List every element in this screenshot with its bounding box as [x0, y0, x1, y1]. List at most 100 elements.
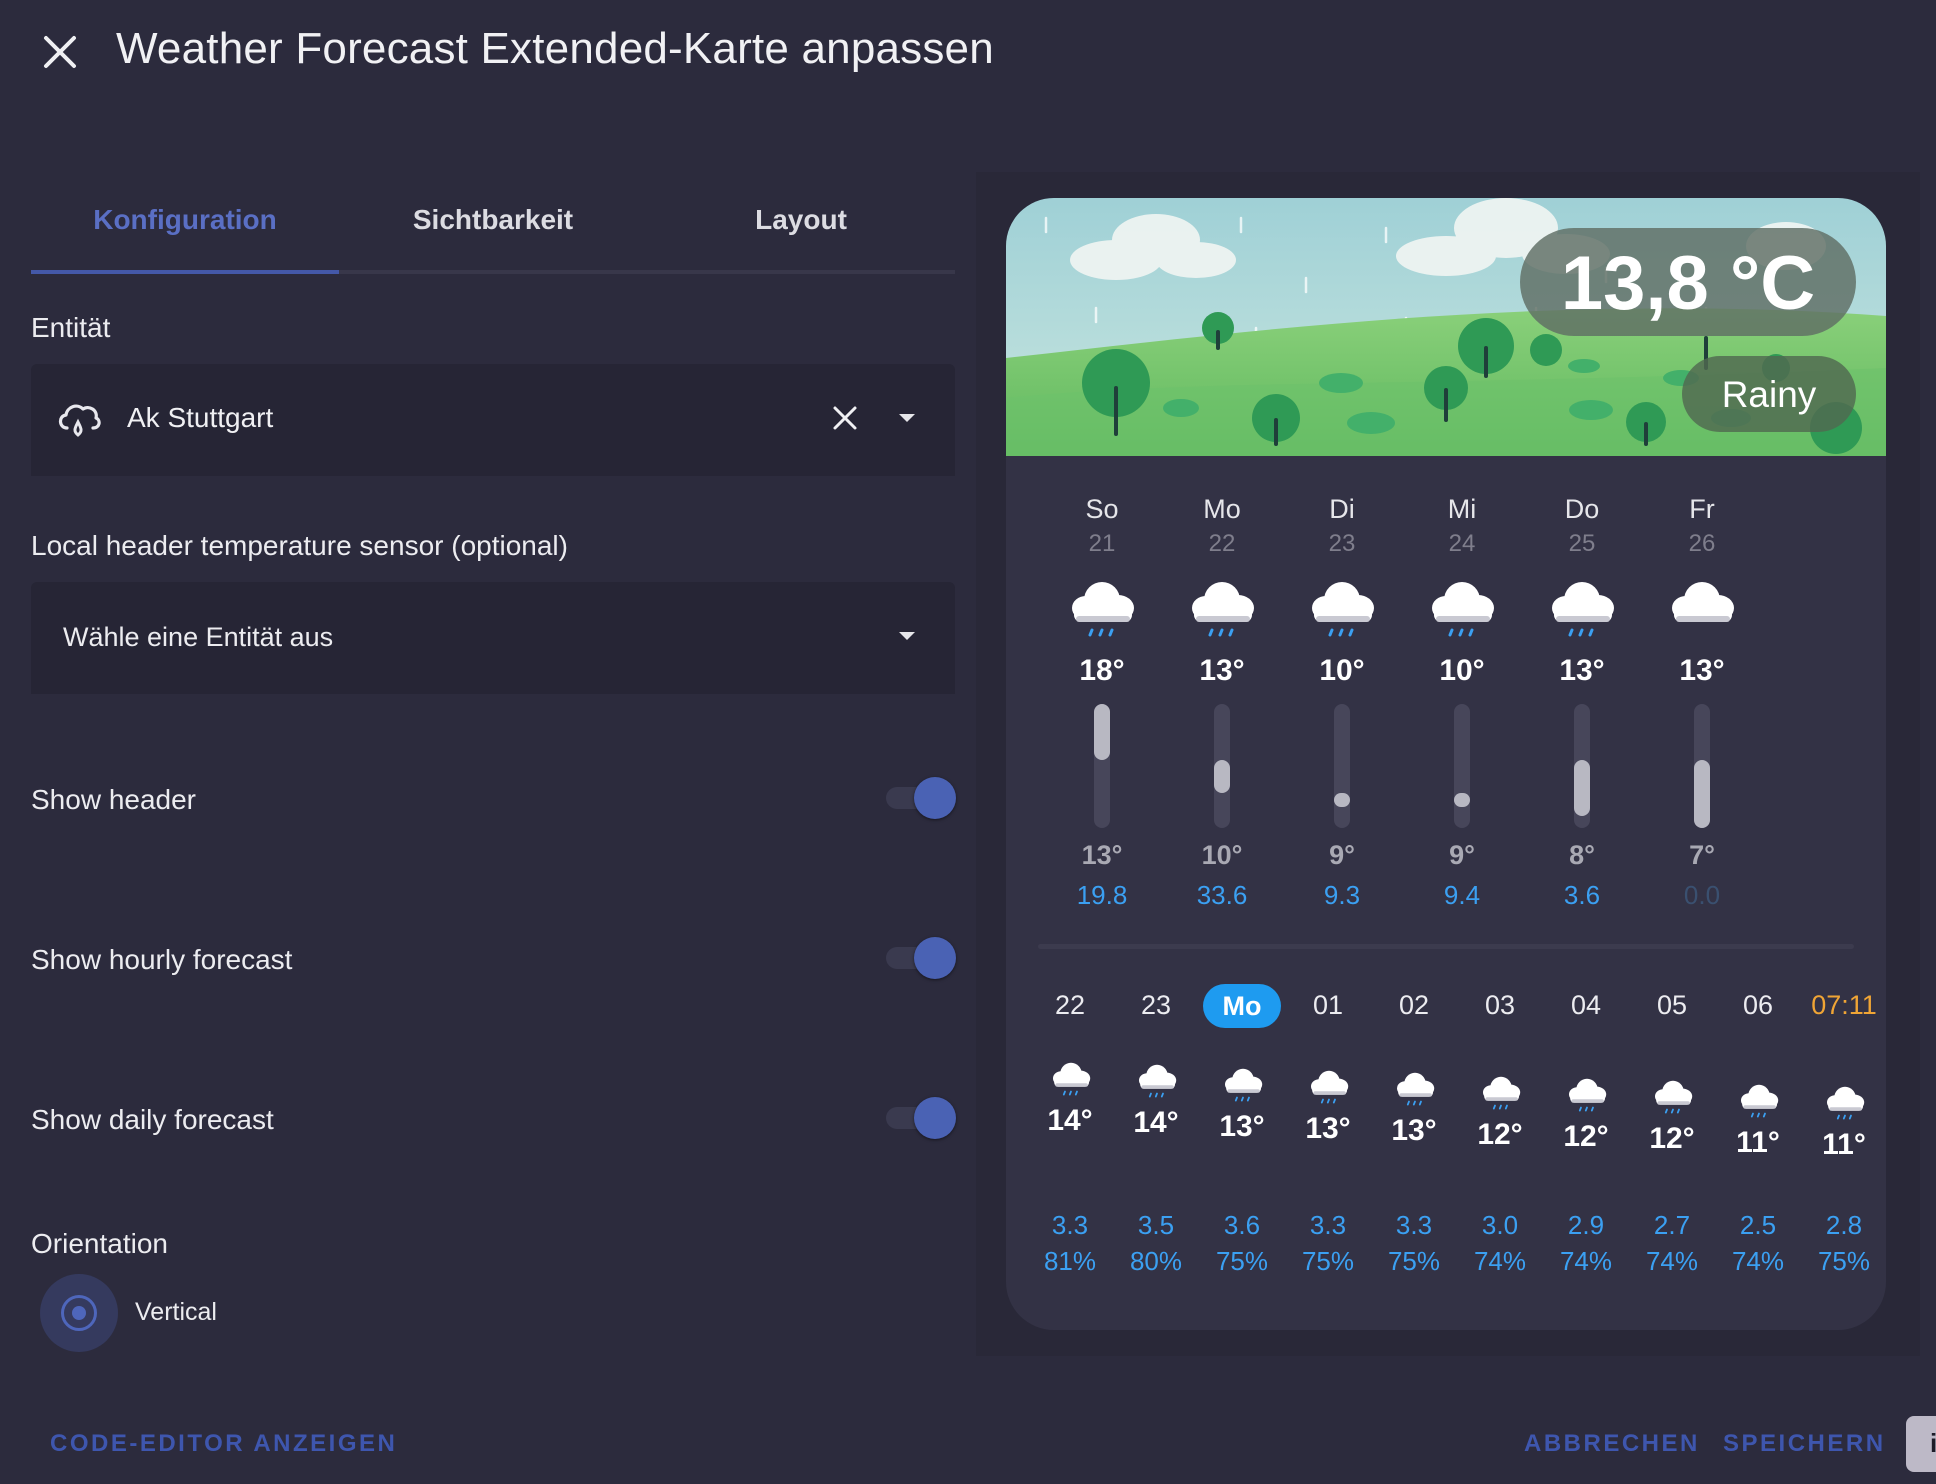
hour-precipitation: 3.3 [1395, 1210, 1433, 1240]
show-hourly-label: Show hourly forecast [31, 944, 293, 975]
hourly-forecast-hour: 22 14° 3.3 81% [1027, 988, 1113, 1288]
hour-temperature: 11° [1736, 1126, 1780, 1159]
hour-temperature: 12° [1563, 1120, 1609, 1153]
hour-label: 23 [1140, 990, 1172, 1020]
rainy-cloud-icon [1221, 1064, 1265, 1106]
tab-sichtbarkeit[interactable]: Sichtbarkeit [339, 180, 647, 270]
hour-temperature: 13° [1305, 1112, 1351, 1145]
hourly-forecast-hour: 23 14° 3.5 80% [1113, 988, 1199, 1288]
entity-label: Entität [31, 312, 111, 343]
tab-layout[interactable]: Layout [647, 180, 955, 270]
rainy-cloud-icon [1306, 574, 1378, 644]
hour-label: 01 [1312, 990, 1344, 1020]
temperature-range-bar [1574, 704, 1590, 828]
hour-precipitation: 3.3 [1051, 1210, 1089, 1240]
entity-picker[interactable]: Ak Stuttgart [31, 364, 955, 476]
weather-card: 13,8 °C Rainy So 21 18° 13° 19.8 Mo 22 13° 10° 33… [1006, 198, 1886, 1330]
show-header-label: Show header [31, 784, 197, 815]
save-button[interactable]: SPEICHERN [1723, 1430, 1886, 1458]
hour-precipitation: 2.9 [1567, 1210, 1605, 1240]
temperature-range-fill [1574, 760, 1590, 816]
hourly-forecast-hour: 02 13° 3.3 75% [1371, 988, 1457, 1288]
hour-temperature: 13° [1391, 1114, 1437, 1147]
hour-label: 06 [1742, 990, 1774, 1020]
hour-humidity: 74% [1473, 1246, 1527, 1276]
code-editor-button[interactable]: CODE-EDITOR ANZEIGEN [50, 1430, 397, 1458]
entity-value: Ak Stuttgart [127, 402, 274, 433]
day-high-temp: 13° [1679, 654, 1725, 687]
sensor-placeholder: Wähle eine Entität aus [63, 622, 334, 652]
temperature-pill: 13,8 °C [1520, 228, 1856, 336]
hour-precipitation: 3.6 [1223, 1210, 1261, 1240]
card-preview: 13,8 °C Rainy So 21 18° 13° 19.8 Mo 22 13° 10° 33… [976, 172, 1920, 1356]
hour-humidity: 74% [1559, 1246, 1613, 1276]
hour-humidity: 74% [1645, 1246, 1699, 1276]
daily-forecast-day: Fr 26 13° 7° 0.0 [1628, 494, 1776, 914]
section-divider [1038, 944, 1854, 949]
hour-humidity: 75% [1301, 1246, 1355, 1276]
dialog-header: Weather Forecast Extended-Karte anpassen [0, 0, 1936, 110]
temperature-range-bar [1094, 704, 1110, 828]
close-icon[interactable] [38, 30, 82, 74]
toggle-knob [914, 937, 956, 979]
temperature-range-fill [1094, 704, 1110, 760]
temperature-range-fill [1334, 793, 1350, 807]
rainy-cloud-icon [1135, 1060, 1179, 1102]
condition-pill: Rainy [1682, 356, 1856, 432]
hour-precipitation: 3.5 [1137, 1210, 1175, 1240]
hour-humidity: 75% [1387, 1246, 1441, 1276]
chevron-down-icon[interactable] [899, 632, 915, 640]
rainy-cloud-icon [1049, 1058, 1093, 1100]
hourly-forecast-hour: 04 12° 2.9 74% [1543, 988, 1629, 1288]
orientation-value: Vertical [135, 1298, 217, 1326]
temperature-range-bar [1694, 704, 1710, 828]
hour-label: 07:11 [1811, 990, 1877, 1020]
hourly-forecast-hour: 06 11° 2.5 74% [1715, 988, 1801, 1288]
weather-rainy-icon [58, 404, 101, 437]
rainy-cloud-icon [1066, 574, 1138, 644]
show-hourly-toggle[interactable] [880, 935, 956, 979]
hour-temperature: 12° [1649, 1122, 1695, 1155]
toggle-knob [914, 777, 956, 819]
hour-label: Mo [1203, 984, 1281, 1028]
info-chip-label: i [1930, 1428, 1936, 1458]
chevron-down-icon[interactable] [899, 414, 915, 422]
temperature-range-fill [1214, 760, 1230, 793]
day-low-temp: 7° [1689, 840, 1715, 870]
hour-humidity: 74% [1731, 1246, 1785, 1276]
hour-humidity: 75% [1215, 1246, 1269, 1276]
hour-precipitation: 3.0 [1481, 1210, 1519, 1240]
info-chip[interactable]: i [1906, 1416, 1936, 1472]
hour-temperature: 14° [1133, 1106, 1179, 1139]
rainy-cloud-icon [1565, 1074, 1609, 1116]
dialog-title: Weather Forecast Extended-Karte anpassen [116, 24, 994, 73]
hour-precipitation: 2.8 [1825, 1210, 1863, 1240]
cloudy-icon [1666, 574, 1738, 644]
day-date: 26 [1688, 530, 1716, 557]
rainy-cloud-icon [1307, 1066, 1351, 1108]
show-header-toggle[interactable] [880, 775, 956, 819]
hour-temperature: 12° [1477, 1118, 1523, 1151]
current-temperature: 13,8 °C [1560, 241, 1816, 326]
show-daily-label: Show daily forecast [31, 1104, 274, 1135]
temperature-range-fill [1454, 793, 1470, 807]
rainy-cloud-icon [1479, 1072, 1523, 1114]
tab-konfiguration[interactable]: Konfiguration [31, 180, 339, 274]
hourly-forecast-hour: 07:11 11° 2.8 75% [1801, 988, 1886, 1288]
sensor-picker[interactable]: Wähle eine Entität aus [31, 582, 955, 694]
orientation-label: Orientation [31, 1228, 168, 1259]
day-precipitation: 0.0 [1683, 880, 1721, 910]
hour-humidity: 81% [1043, 1246, 1097, 1276]
temperature-range-bar [1454, 704, 1470, 828]
sensor-label: Local header temperature sensor (optiona… [31, 530, 568, 561]
clear-icon[interactable] [831, 404, 859, 432]
hourly-forecast-hour: 05 12° 2.7 74% [1629, 988, 1715, 1288]
orientation-radio-vertical[interactable] [40, 1274, 118, 1352]
hour-precipitation: 2.7 [1653, 1210, 1691, 1240]
hour-precipitation: 3.3 [1309, 1210, 1347, 1240]
hour-temperature: 14° [1047, 1104, 1093, 1137]
cancel-button[interactable]: ABBRECHEN [1524, 1430, 1700, 1458]
hour-label: 03 [1484, 990, 1516, 1020]
hour-humidity: 80% [1129, 1246, 1183, 1276]
show-daily-toggle[interactable] [880, 1095, 956, 1139]
